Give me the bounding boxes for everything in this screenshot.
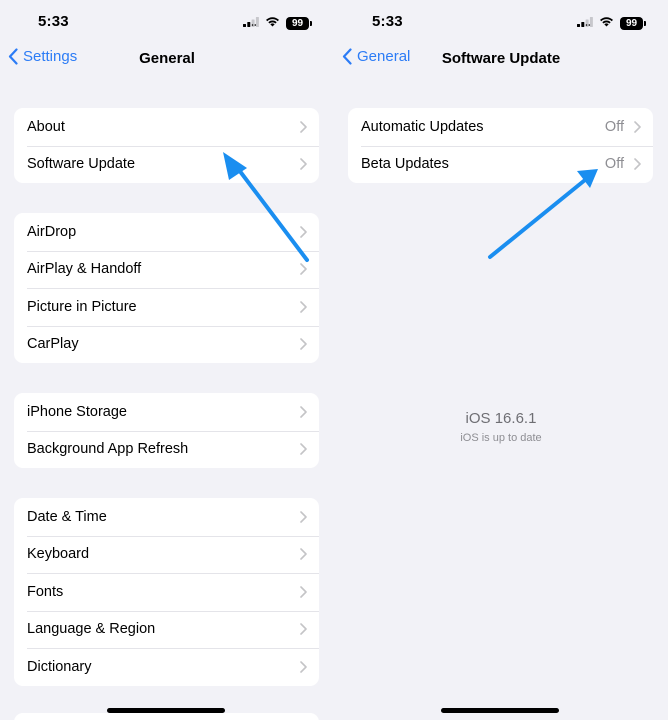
- chevron-right-icon: [300, 585, 307, 598]
- settings-group-about: About Software Update: [14, 108, 319, 183]
- row-label: Software Update: [27, 156, 136, 173]
- row-value: Off: [604, 156, 624, 173]
- row-label: Picture in Picture: [27, 298, 137, 315]
- battery-icon: 99: [286, 16, 312, 30]
- cellular-signal-icon: [243, 14, 259, 32]
- row-beta-updates[interactable]: Beta Updates Off: [348, 145, 653, 184]
- row-label: CarPlay: [27, 336, 79, 353]
- home-indicator[interactable]: [441, 708, 559, 713]
- general-screen: 5:33 99 Settings General About Software …: [0, 0, 334, 720]
- chevron-right-icon: [300, 660, 307, 673]
- row-label: Automatic Updates: [361, 118, 484, 135]
- settings-group-connectivity: AirDrop AirPlay & Handoff Picture in Pic…: [14, 213, 319, 363]
- wifi-icon: [265, 14, 280, 32]
- chevron-right-icon: [300, 623, 307, 636]
- status-time: 5:33: [372, 13, 403, 30]
- row-background-app-refresh[interactable]: Background App Refresh: [14, 430, 319, 469]
- row-label: Fonts: [27, 583, 64, 600]
- chevron-right-icon: [300, 225, 307, 238]
- row-label: AirDrop: [27, 223, 77, 240]
- row-airplay-handoff[interactable]: AirPlay & Handoff: [14, 250, 319, 289]
- status-icons: 99: [577, 14, 646, 32]
- row-keyboard[interactable]: Keyboard: [14, 535, 319, 574]
- chevron-right-icon: [300, 120, 307, 133]
- row-label: About: [27, 118, 65, 135]
- row-label: Date & Time: [27, 508, 107, 525]
- settings-group-next: [14, 713, 319, 720]
- chevron-right-icon: [300, 510, 307, 523]
- software-update-screen: 5:33 99 General Software Update Automati…: [334, 0, 668, 720]
- page-title: General: [139, 50, 195, 67]
- wifi-icon: [599, 14, 614, 32]
- row-fonts[interactable]: Fonts: [14, 573, 319, 611]
- row-label: Language & Region: [27, 621, 156, 638]
- row-iphone-storage[interactable]: iPhone Storage: [14, 393, 319, 431]
- ios-version: iOS 16.6.1: [465, 410, 537, 427]
- row-airdrop[interactable]: AirDrop: [14, 213, 319, 251]
- status-icons: 99: [243, 14, 312, 32]
- cellular-signal-icon: [577, 14, 593, 32]
- navigation-bar: Settings General: [0, 42, 334, 76]
- status-bar: 5:33 99: [334, 0, 668, 44]
- chevron-right-icon: [300, 443, 307, 456]
- chevron-right-icon: [634, 120, 641, 133]
- status-time: 5:33: [38, 13, 69, 30]
- navigation-bar: General Software Update: [334, 42, 668, 76]
- page-title: Software Update: [441, 50, 561, 67]
- chevron-right-icon: [300, 158, 307, 171]
- chevron-right-icon: [300, 300, 307, 313]
- battery-icon: 99: [620, 16, 646, 30]
- row-label: Dictionary: [27, 658, 92, 675]
- row-about[interactable]: About: [14, 108, 319, 146]
- row-software-update[interactable]: Software Update: [14, 145, 319, 184]
- settings-group-storage: iPhone Storage Background App Refresh: [14, 393, 319, 468]
- row-language-region[interactable]: Language & Region: [14, 610, 319, 649]
- row-label: Background App Refresh: [27, 441, 189, 458]
- row-label: Keyboard: [27, 546, 90, 563]
- chevron-right-icon: [300, 338, 307, 351]
- row-label: Beta Updates: [361, 156, 449, 173]
- status-bar: 5:33 99: [0, 0, 334, 44]
- row-value: Off: [604, 118, 624, 135]
- home-indicator[interactable]: [107, 708, 225, 713]
- row-carplay[interactable]: CarPlay: [14, 325, 319, 364]
- chevron-right-icon: [300, 405, 307, 418]
- settings-group-locale: Date & Time Keyboard Fonts Language & Re…: [14, 498, 319, 686]
- chevron-right-icon: [634, 158, 641, 171]
- row-label: AirPlay & Handoff: [27, 261, 142, 278]
- row-automatic-updates[interactable]: Automatic Updates Off: [348, 108, 653, 146]
- update-status: iOS is up to date: [460, 432, 542, 444]
- update-options-group: Automatic Updates Off Beta Updates Off: [348, 108, 653, 183]
- row-dictionary[interactable]: Dictionary: [14, 648, 319, 686]
- chevron-right-icon: [300, 263, 307, 276]
- row-picture-in-picture[interactable]: Picture in Picture: [14, 288, 319, 326]
- row-label: iPhone Storage: [27, 403, 127, 420]
- row-date-time[interactable]: Date & Time: [14, 498, 319, 536]
- chevron-right-icon: [300, 548, 307, 561]
